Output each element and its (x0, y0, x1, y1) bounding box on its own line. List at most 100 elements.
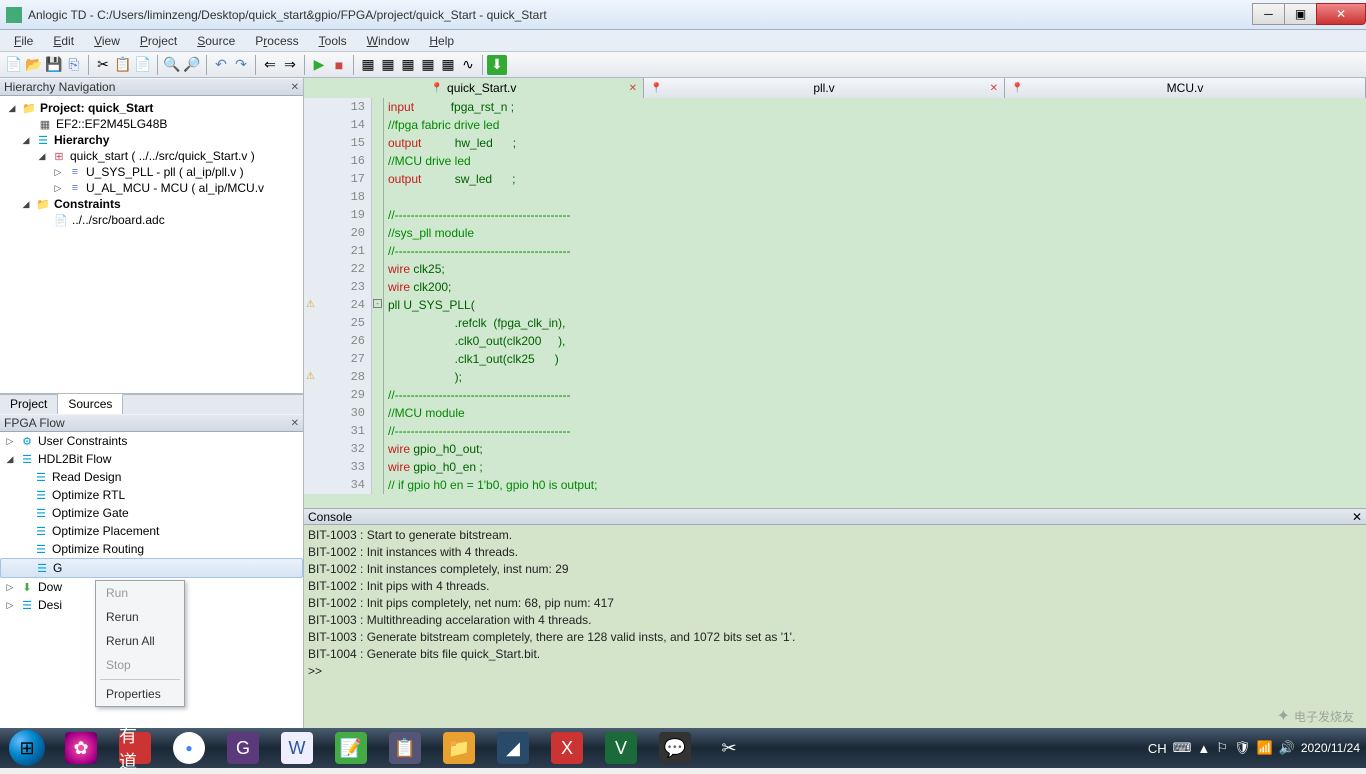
menu-view[interactable]: View (84, 32, 130, 50)
close-icon[interactable]: ✕ (291, 82, 299, 93)
pin-icon: 📍 (650, 83, 662, 94)
menu-help[interactable]: Help (419, 32, 464, 50)
ctx-rerun[interactable]: Rerun (96, 605, 184, 629)
task-item[interactable]: ✿ (54, 728, 108, 768)
keyboard-icon[interactable]: ⌨ (1173, 740, 1192, 756)
code-editor[interactable]: 13input fpga_rst_n ;14//fpga fabric driv… (304, 98, 1366, 508)
tree-constraints[interactable]: ◢📁 Constraints (4, 196, 299, 212)
task-item[interactable]: 💬 (648, 728, 702, 768)
task-item[interactable]: ◢ (486, 728, 540, 768)
chip2-icon[interactable]: ▦ (378, 55, 398, 75)
watermark: ✦电子发烧友 (1277, 706, 1354, 726)
tree-inst-mcu[interactable]: ▷≡ U_AL_MCU - MCU ( al_ip/MCU.v (4, 180, 299, 196)
task-item[interactable]: V (594, 728, 648, 768)
minimize-button[interactable]: ─ (1252, 3, 1285, 25)
shield-icon[interactable]: 🛡 (1234, 740, 1251, 756)
ctx-stop[interactable]: Stop (96, 653, 184, 677)
ctx-properties[interactable]: Properties (96, 682, 184, 706)
menu-process[interactable]: Process (245, 32, 308, 50)
new-icon[interactable]: 📄 (4, 55, 24, 75)
tree-adc-file[interactable]: 📄../../src/board.adc (4, 212, 299, 228)
chip3-icon[interactable]: ▦ (398, 55, 418, 75)
cut-icon[interactable]: ✂ (93, 55, 113, 75)
task-item[interactable]: X (540, 728, 594, 768)
stop-icon[interactable]: ■ (329, 55, 349, 75)
hierarchy-tree[interactable]: ◢📁 Project: quick_Start ▦EF2::EF2M45LG48… (0, 96, 303, 394)
find-icon[interactable]: 🔍 (162, 55, 182, 75)
ctx-run[interactable]: Run (96, 581, 184, 605)
wave-icon[interactable]: ∿ (458, 55, 478, 75)
toolbar: 📄 📂 💾 ⎘ ✂ 📋 📄 🔍 🔎 ↶ ↷ ⇐ ⇒ ▶ ■ ▦ ▦ ▦ ▦ ▦ … (0, 52, 1366, 78)
chip4-icon[interactable]: ▦ (418, 55, 438, 75)
network-icon[interactable]: 📶 (1256, 740, 1272, 756)
tree-device[interactable]: ▦EF2::EF2M45LG48B (4, 116, 299, 132)
tab-project[interactable]: Project (0, 395, 58, 414)
redo-icon[interactable]: ↷ (231, 55, 251, 75)
replace-icon[interactable]: 🔎 (182, 55, 202, 75)
tree-project[interactable]: ◢📁 Project: quick_Start (4, 100, 299, 116)
task-item[interactable]: 📁 (432, 728, 486, 768)
undo-icon[interactable]: ↶ (211, 55, 231, 75)
download-icon[interactable]: ⬇ (487, 55, 507, 75)
ctx-rerun-all[interactable]: Rerun All (96, 629, 184, 653)
flow-opt-gate[interactable]: ☰Optimize Gate (0, 504, 303, 522)
close-icon[interactable]: ✕ (990, 83, 998, 94)
close-icon[interactable]: ✕ (629, 83, 637, 94)
task-item[interactable]: ● (162, 728, 216, 768)
start-button[interactable]: ⊞ (0, 728, 54, 768)
maximize-button[interactable]: ▣ (1284, 3, 1317, 25)
back-icon[interactable]: ⇐ (260, 55, 280, 75)
task-item[interactable]: ✂ (702, 728, 756, 768)
menu-edit[interactable]: Edit (43, 32, 84, 50)
task-item[interactable]: G (216, 728, 270, 768)
tab-quick-start[interactable]: 📍 quick_Start.v ✕ (304, 78, 644, 98)
task-item[interactable]: 📋 (378, 728, 432, 768)
flow-opt-routing[interactable]: ☰Optimize Routing (0, 540, 303, 558)
tree-hierarchy[interactable]: ◢☰ Hierarchy (4, 132, 299, 148)
task-item[interactable]: W (270, 728, 324, 768)
save-icon[interactable]: 💾 (44, 55, 64, 75)
menu-project[interactable]: Project (130, 32, 187, 50)
menu-window[interactable]: Window (357, 32, 420, 50)
tab-mcu[interactable]: 📍 MCU.v (1005, 78, 1366, 98)
menu-source[interactable]: Source (187, 32, 245, 50)
pin-icon: 📍 (1011, 83, 1023, 94)
system-tray[interactable]: CH ⌨ ▲ ⚐ 🛡 📶 🔊 2020/11/24 (1142, 740, 1366, 756)
title-bar: Anlogic TD - C:/Users/liminzeng/Desktop/… (0, 0, 1366, 30)
tab-sources[interactable]: Sources (58, 394, 123, 414)
tree-inst-pll[interactable]: ▷≡ U_SYS_PLL - pll ( al_ip/pll.v ) (4, 164, 299, 180)
close-button[interactable]: ✕ (1316, 3, 1366, 25)
flow-read-design[interactable]: ☰Read Design (0, 468, 303, 486)
close-icon[interactable]: ✕ (291, 418, 299, 429)
menu-file[interactable]: File (4, 32, 43, 50)
chip5-icon[interactable]: ▦ (438, 55, 458, 75)
flow-generate-bit[interactable]: ☰G (0, 558, 303, 578)
flow-opt-placement[interactable]: ☰Optimize Placement (0, 522, 303, 540)
forward-icon[interactable]: ⇒ (280, 55, 300, 75)
close-icon[interactable]: ✕ (1352, 510, 1362, 524)
task-item[interactable]: 📝 (324, 728, 378, 768)
chevron-up-icon[interactable]: ▲ (1197, 741, 1210, 756)
window-controls: ─ ▣ ✕ (1253, 3, 1366, 26)
tray-clock[interactable]: 2020/11/24 (1301, 741, 1360, 755)
copy-icon[interactable]: 📋 (113, 55, 133, 75)
flow-user-constraints[interactable]: ▷⚙User Constraints (0, 432, 303, 450)
menu-tools[interactable]: Tools (309, 32, 357, 50)
volume-icon[interactable]: 🔊 (1279, 740, 1295, 756)
tree-top-module[interactable]: ◢⊞ quick_start ( ../../src/quick_Start.v… (4, 148, 299, 164)
paste-icon[interactable]: 📄 (133, 55, 153, 75)
context-menu: Run Rerun Rerun All Stop Properties (95, 580, 185, 707)
flow-opt-rtl[interactable]: ☰Optimize RTL (0, 486, 303, 504)
console-output[interactable]: BIT-1003 : Start to generate bitstream.B… (304, 525, 1366, 728)
chip1-icon[interactable]: ▦ (358, 55, 378, 75)
taskbar: ⊞ ✿ 有道 ● G W 📝 📋 📁 ◢ X V 💬 ✂ CH ⌨ ▲ ⚐ 🛡 … (0, 728, 1366, 768)
save-all-icon[interactable]: ⎘ (64, 55, 84, 75)
open-icon[interactable]: 📂 (24, 55, 44, 75)
flag-icon[interactable]: ⚐ (1216, 740, 1228, 756)
tab-pll[interactable]: 📍 pll.v ✕ (644, 78, 1005, 98)
ime-indicator[interactable]: CH (1148, 741, 1167, 756)
menu-bar: File Edit View Project Source Process To… (0, 30, 1366, 52)
flow-hdl2bit[interactable]: ◢☰HDL2Bit Flow (0, 450, 303, 468)
run-icon[interactable]: ▶ (309, 55, 329, 75)
task-item[interactable]: 有道 (108, 728, 162, 768)
